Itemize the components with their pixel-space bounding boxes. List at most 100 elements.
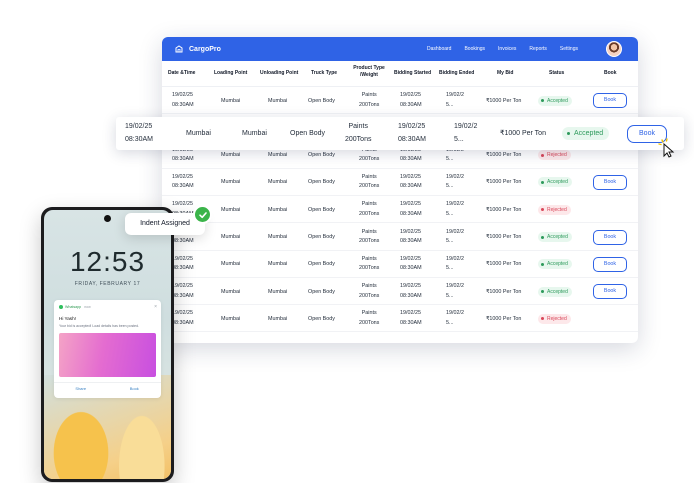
hl-bid-end-time: 5... bbox=[454, 136, 464, 143]
col-date-time[interactable]: Date &Time bbox=[168, 70, 195, 77]
nav-bookings[interactable]: Bookings bbox=[464, 46, 485, 52]
row-bidding-started: 19/02/25 08:30AM bbox=[400, 228, 422, 247]
row-product-weight: Paints 200Tons bbox=[359, 255, 379, 274]
row-truck-type: Open Body bbox=[308, 152, 335, 159]
notification-app-name: Whatsapp bbox=[65, 305, 82, 309]
row-my-bid: ₹1000 Per Ton bbox=[486, 179, 522, 186]
table-row[interactable]: 19/02/25 08:30AM Mumbai Mumbai Open Body Pain… bbox=[162, 87, 638, 114]
hl-bid-start-date: 19/02/25 bbox=[398, 123, 426, 130]
col-truck-type[interactable]: Truck Type bbox=[311, 70, 337, 77]
table-row[interactable]: 19/02/25 08:30AM Mumbai Mumbai Open Body Pain… bbox=[162, 196, 638, 224]
row-bid-end-date: 19/02/2 bbox=[446, 310, 464, 317]
phone-lock-screen: 12:53 FRIDAY, FEBRUARY 17 Whatsapp now ×… bbox=[44, 210, 171, 479]
row-truck-type: Open Body bbox=[308, 206, 335, 213]
row-product: Paints bbox=[361, 283, 377, 290]
row-product-weight: Paints 200Tons bbox=[359, 173, 379, 192]
row-time: 08:30AM bbox=[172, 101, 194, 108]
row-my-bid: ₹1000 Per Ton bbox=[486, 97, 522, 104]
table-row[interactable]: 19/02/25 08:30AM Mumbai Mumbai Open Body Pain… bbox=[162, 224, 638, 251]
row-truck-type: Open Body bbox=[308, 97, 335, 104]
notification-book-button[interactable]: Book bbox=[108, 383, 162, 394]
row-bid-start-date: 19/02/25 bbox=[400, 228, 421, 235]
row-loading-point: Mumbai bbox=[221, 179, 241, 186]
row-date: 19/02/25 bbox=[172, 255, 193, 262]
row-product: Paints bbox=[361, 255, 377, 262]
nav-dashboard[interactable]: Dashboard bbox=[427, 46, 451, 52]
row-bid-end-date: 19/02/2 bbox=[446, 228, 464, 235]
col-bidding-ended[interactable]: Bidding Ended bbox=[439, 70, 474, 77]
row-product-weight: Paints 200Tons bbox=[359, 91, 379, 110]
col-loading-point[interactable]: Loading Point bbox=[214, 70, 247, 77]
row-book-button[interactable]: Book bbox=[593, 174, 627, 190]
highlighted-bid-row[interactable]: 19/02/25 08:30AM Mumbai Mumbai Open Body… bbox=[116, 117, 684, 150]
row-book-button[interactable]: Book bbox=[593, 229, 627, 245]
lock-clock: 12:53 bbox=[69, 246, 146, 277]
hl-weight: 200Tons bbox=[345, 136, 372, 143]
row-book-button[interactable]: Book bbox=[593, 93, 627, 108]
row-bid-start-time: 08:30AM bbox=[400, 265, 422, 272]
row-bid-start-date: 19/02/25 bbox=[400, 173, 421, 180]
row-truck-type: Open Body bbox=[308, 261, 335, 268]
row-book-button[interactable]: Book bbox=[593, 256, 627, 272]
col-my-bid[interactable]: My Bid bbox=[497, 70, 513, 77]
col-book[interactable]: Book bbox=[604, 70, 617, 77]
col-status[interactable]: Status bbox=[549, 70, 564, 77]
row-bidding-ended: 19/02/2 5... bbox=[446, 282, 464, 301]
col-product-type-line1: Product Type bbox=[353, 65, 385, 71]
row-bid-end-time: 5... bbox=[446, 156, 454, 163]
row-weight: 200Tons bbox=[359, 238, 380, 244]
row-loading-point: Mumbai bbox=[221, 152, 241, 159]
col-bidding-started[interactable]: Bidding Started bbox=[394, 70, 431, 77]
hl-status-badge: Accepted bbox=[562, 127, 610, 140]
row-unloading-point: Mumbai bbox=[268, 234, 288, 240]
table-row[interactable]: 19/02/25 08:30AM Mumbai Mumbai Open Body Pain… bbox=[162, 169, 638, 196]
notification-title: Hi Yash! bbox=[59, 316, 76, 321]
check-icon bbox=[193, 205, 212, 224]
row-book-button[interactable]: Book bbox=[593, 284, 627, 300]
row-weight: 200Tons bbox=[359, 156, 380, 163]
row-my-bid: ₹1000 Per Ton bbox=[486, 315, 522, 322]
row-product-weight: Paints 200Tons bbox=[359, 228, 379, 247]
row-weight: 200Tons bbox=[359, 183, 380, 190]
row-weight: 200Tons bbox=[359, 265, 380, 272]
nav-invoices[interactable]: Invoices bbox=[498, 46, 516, 52]
nav-settings[interactable]: Settings bbox=[560, 46, 578, 52]
row-date-time: 19/02/25 08:30AM bbox=[172, 173, 194, 192]
table-header: Date &Time Loading Point Unloading Point… bbox=[162, 61, 638, 87]
row-bidding-started: 19/02/25 08:30AM bbox=[400, 282, 422, 301]
hl-product-weight: Paints 200Tons bbox=[345, 120, 371, 146]
brand[interactable]: CargoPro bbox=[175, 45, 221, 53]
table-row[interactable]: 19/02/25 08:30AM Mumbai Mumbai Open Body Pain… bbox=[162, 305, 638, 333]
row-my-bid: ₹1000 Per Ton bbox=[486, 261, 522, 268]
whatsapp-notification[interactable]: Whatsapp now × Hi Yash! Your bid is acce… bbox=[54, 300, 161, 398]
row-bid-start-time: 08:30AM bbox=[400, 292, 422, 299]
main-nav: Dashboard Bookings Invoices Reports Sett… bbox=[427, 37, 591, 61]
row-time: 08:30AM bbox=[172, 319, 194, 326]
user-avatar[interactable] bbox=[606, 41, 622, 57]
col-unloading-point[interactable]: Unloading Point bbox=[260, 70, 298, 77]
row-status-badge: Rejected bbox=[538, 204, 571, 215]
row-unloading-point: Mumbai bbox=[268, 261, 288, 268]
row-date: 19/02/25 bbox=[172, 283, 193, 290]
row-bidding-ended: 19/02/2 5... bbox=[446, 309, 464, 328]
row-weight: 200Tons bbox=[359, 210, 380, 217]
nav-reports[interactable]: Reports bbox=[529, 46, 547, 52]
row-unloading-point: Mumbai bbox=[268, 206, 288, 213]
notification-share-button[interactable]: Share bbox=[54, 383, 108, 394]
table-row[interactable]: 19/02/25 08:30AM Mumbai Mumbai Open Body Pain… bbox=[162, 278, 638, 306]
row-unloading-point: Mumbai bbox=[268, 97, 288, 104]
notification-body: Your bid is accepted! Load details has b… bbox=[59, 324, 140, 328]
notification-more-icon[interactable]: × bbox=[154, 304, 157, 310]
col-product-type[interactable]: Product Type /Weight bbox=[350, 65, 388, 79]
row-bidding-started: 19/02/25 08:30AM bbox=[400, 200, 422, 219]
row-loading-point: Mumbai bbox=[221, 315, 241, 322]
row-weight: 200Tons bbox=[359, 319, 380, 326]
brand-name: CargoPro bbox=[189, 45, 221, 53]
hl-date-time: 19/02/25 08:30AM bbox=[125, 120, 153, 146]
row-bid-start-time: 08:30AM bbox=[400, 183, 422, 190]
table-row[interactable]: 19/02/25 08:30AM Mumbai Mumbai Open Body Pain… bbox=[162, 251, 638, 278]
lock-date: FRIDAY, FEBRUARY 17 bbox=[74, 281, 141, 287]
hl-time: 08:30AM bbox=[125, 136, 154, 143]
row-date: 19/02/25 bbox=[172, 310, 193, 317]
row-status-badge: Rejected bbox=[538, 313, 571, 324]
